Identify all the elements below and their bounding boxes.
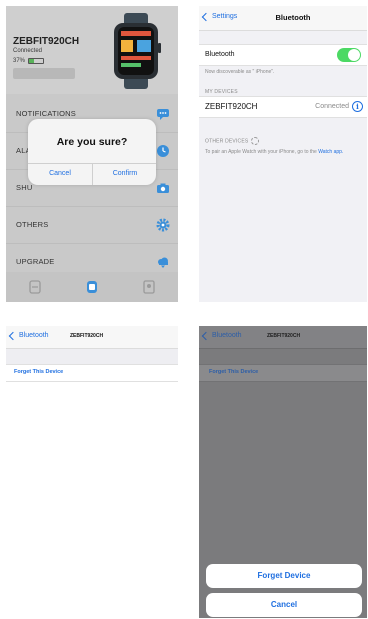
- nav-bar: Bluetooth ZEBFIT920CH: [6, 326, 178, 349]
- page-title: ZEBFIT920CH: [267, 333, 301, 339]
- nav-bar: Bluetooth ZEBFIT920CH: [199, 326, 367, 349]
- cloud-icon: [158, 257, 168, 268]
- dialog-title: Are you sure?: [56, 136, 128, 148]
- device-row[interactable]: ZEBFIT920CH Connected i: [199, 96, 367, 118]
- battery-icon: [28, 58, 45, 64]
- disconnect-pill[interactable]: [13, 68, 75, 79]
- toggle-knob: [348, 49, 360, 61]
- smartwatch-icon: [114, 13, 161, 89]
- menu-row-others[interactable]: OTHERS: [6, 207, 178, 244]
- watch-app-screen: ZEBFIT920CH Connected 37% NOTIFICATIONS: [6, 6, 178, 302]
- camera-icon: [157, 183, 169, 193]
- forget-device-row[interactable]: Forget This Device: [199, 364, 367, 382]
- device-name: ZEBFIT920CH: [205, 102, 258, 111]
- pairing-hint: To pair an Apple Watch with your iPhone,…: [205, 149, 361, 156]
- nav-bar: Settings Bluetooth: [199, 6, 367, 31]
- discoverable-text: Now discoverable as " iPhone".: [205, 69, 275, 75]
- forget-device-label: Forget This Device: [14, 369, 64, 375]
- spinner-icon: [251, 137, 260, 145]
- page-title: ZEBFIT920CH: [70, 333, 104, 339]
- device-name: ZEBFIT920CH: [13, 36, 80, 47]
- device-header: ZEBFIT920CH Connected 37%: [6, 6, 178, 94]
- back-label: Bluetooth: [19, 332, 49, 339]
- watch-icon[interactable]: [84, 279, 100, 295]
- device-status: Connected: [315, 103, 349, 110]
- dialog-cancel-button[interactable]: Cancel: [28, 163, 92, 185]
- gear-icon: [156, 218, 170, 232]
- other-devices-label: OTHER DEVICES: [205, 138, 249, 145]
- chevron-left-icon: [201, 331, 211, 340]
- forget-device-label: Forget This Device: [209, 369, 259, 375]
- back-button[interactable]: Bluetooth: [8, 331, 49, 340]
- battery-row: 37%: [13, 58, 45, 64]
- page-title: Bluetooth: [275, 13, 311, 22]
- content-area: [6, 382, 178, 618]
- bluetooth-settings-screen: Settings Bluetooth Bluetooth Now discove…: [199, 6, 367, 302]
- device-status: Connected: [13, 48, 43, 54]
- chat-bubble-icon: [157, 109, 169, 120]
- device-detail-screen: Bluetooth ZEBFIT920CH Forget This Device: [6, 326, 178, 618]
- back-label: Bluetooth: [212, 332, 242, 339]
- confirm-dialog: Are you sure? Cancel Confirm: [28, 119, 156, 185]
- other-devices-header: OTHER DEVICES: [205, 137, 260, 145]
- clock-icon: [157, 145, 169, 157]
- forget-device-row[interactable]: Forget This Device: [6, 364, 178, 382]
- bluetooth-toggle-row: Bluetooth: [199, 44, 367, 66]
- menu-label: OTHERS: [16, 220, 49, 229]
- info-icon[interactable]: i: [352, 101, 363, 112]
- hint-text: To pair an Apple Watch with your iPhone,…: [205, 149, 317, 155]
- watch-app-link[interactable]: Watch app.: [318, 149, 343, 155]
- battery-fill: [29, 59, 35, 63]
- forget-device-button[interactable]: Forget Device: [206, 564, 362, 588]
- profile-icon[interactable]: [141, 279, 157, 295]
- menu-label: UPGRADE: [16, 257, 55, 266]
- chevron-left-icon: [8, 331, 18, 340]
- forget-action-sheet-screen: Bluetooth ZEBFIT920CH Forget This Device…: [199, 326, 367, 618]
- my-devices-header: MY DEVICES: [205, 89, 238, 95]
- bluetooth-label: Bluetooth: [205, 51, 235, 58]
- menu-label: NOTIFICATIONS: [16, 109, 76, 118]
- watch-face-icon[interactable]: [27, 279, 43, 295]
- bottom-tab-bar: [6, 272, 178, 302]
- back-button[interactable]: Bluetooth: [201, 331, 242, 340]
- dialog-confirm-button[interactable]: Confirm: [93, 163, 156, 185]
- battery-percent: 37%: [13, 58, 26, 64]
- cancel-button[interactable]: Cancel: [206, 593, 362, 617]
- bluetooth-toggle[interactable]: [337, 48, 361, 62]
